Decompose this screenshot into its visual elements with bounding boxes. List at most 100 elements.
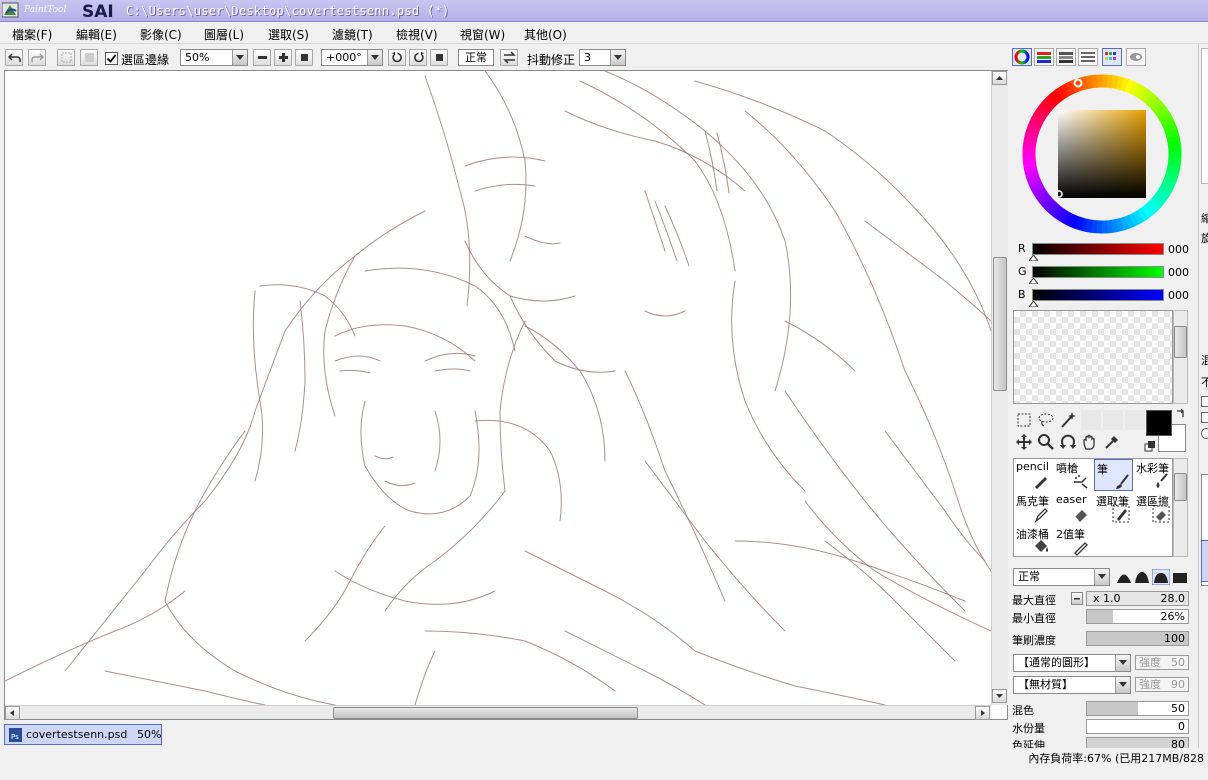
flip-horizontal-button[interactable] bbox=[500, 49, 518, 66]
hsv-slider-tab[interactable] bbox=[1056, 48, 1076, 66]
hand-icon[interactable] bbox=[1081, 433, 1099, 451]
drawing-canvas[interactable] bbox=[5, 71, 991, 705]
tool-bucket[interactable]: 油漆桶 bbox=[1014, 525, 1053, 557]
r-slider[interactable] bbox=[1032, 243, 1164, 255]
selection-edge-checkbox[interactable] bbox=[105, 52, 118, 65]
edge-medium-icon[interactable] bbox=[1134, 570, 1150, 584]
rotate-left-button[interactable] bbox=[388, 49, 406, 66]
g-slider[interactable] bbox=[1032, 266, 1164, 278]
move-icon[interactable] bbox=[1015, 433, 1033, 451]
blending-slider[interactable]: 50 bbox=[1086, 701, 1189, 716]
undo-button[interactable] bbox=[5, 49, 23, 66]
color-wheel-tab[interactable] bbox=[1012, 48, 1032, 66]
zoom-select[interactable]: 50% bbox=[180, 49, 248, 66]
layer-option-radio[interactable] bbox=[1201, 428, 1208, 439]
rotation-reset-button[interactable] bbox=[430, 49, 448, 66]
horizontal-scroll-thumb[interactable] bbox=[333, 707, 638, 719]
redo-button[interactable] bbox=[28, 49, 46, 66]
slider-marker-icon bbox=[1029, 255, 1038, 261]
menu-layer[interactable]: 圖層(L) bbox=[204, 26, 244, 43]
density-slider[interactable]: 100 bbox=[1086, 631, 1189, 646]
deselect-button[interactable] bbox=[57, 49, 75, 66]
edge-hard-icon[interactable] bbox=[1152, 569, 1170, 585]
chevron-down-icon bbox=[1115, 677, 1130, 693]
tool-airbrush[interactable]: 噴槍 bbox=[1054, 459, 1093, 491]
scroll-right-button[interactable] bbox=[975, 706, 990, 720]
shape-strength-field[interactable]: 強度 50 bbox=[1135, 655, 1189, 670]
toolbar: 選區邊緣 50% +000° 正常 抖動修正 3 bbox=[0, 44, 1000, 70]
b-label: B bbox=[1018, 288, 1026, 301]
zoom-icon[interactable] bbox=[1037, 433, 1055, 451]
layer-item-selected[interactable] bbox=[1201, 540, 1208, 582]
minus-icon bbox=[1074, 598, 1080, 600]
swatch-scrollbar[interactable] bbox=[1173, 310, 1188, 404]
zoom-reset-button[interactable] bbox=[295, 49, 313, 66]
menu-view[interactable]: 檢視(V) bbox=[396, 26, 438, 43]
blending-value: 50 bbox=[1171, 702, 1185, 715]
tool-watercolor[interactable]: 水彩筆 bbox=[1134, 459, 1173, 491]
document-tab[interactable]: Ps covertestsenn.psd 50% bbox=[4, 724, 162, 745]
tool-select-pen[interactable]: 選取筆 bbox=[1094, 492, 1133, 524]
color-wheel[interactable] bbox=[1018, 70, 1186, 238]
swatch-grid[interactable] bbox=[1013, 310, 1173, 404]
edge-sharp-icon[interactable] bbox=[1172, 570, 1188, 584]
magic-wand-icon[interactable] bbox=[1059, 411, 1077, 429]
scroll-down-button[interactable] bbox=[992, 689, 1007, 703]
brush-texture-select[interactable]: 【無材質】 bbox=[1013, 676, 1131, 694]
menu-image[interactable]: 影像(C) bbox=[140, 26, 182, 43]
scroll-left-button[interactable] bbox=[5, 706, 20, 720]
lasso-icon[interactable] bbox=[1037, 411, 1055, 429]
swap-colors-icon[interactable] bbox=[1175, 408, 1187, 420]
rotation-select[interactable]: +000° bbox=[321, 49, 383, 66]
swatches-tab[interactable] bbox=[1102, 48, 1122, 66]
density-value: 100 bbox=[1164, 632, 1185, 645]
brush-shape-select[interactable]: 【通常的圓形】 bbox=[1013, 654, 1131, 672]
min-size-slider[interactable]: 26% bbox=[1086, 609, 1189, 624]
zoom-out-button[interactable] bbox=[253, 49, 271, 66]
rotate-right-button[interactable] bbox=[409, 49, 427, 66]
menu-file[interactable]: 檔案(F) bbox=[12, 26, 52, 43]
menu-edit[interactable]: 編輯(E) bbox=[76, 26, 117, 43]
scratchpad-tab[interactable] bbox=[1126, 48, 1146, 66]
stabilizer-select[interactable]: 3 bbox=[579, 49, 626, 66]
swatch-scroll-thumb[interactable] bbox=[1174, 326, 1187, 358]
view-mode-button[interactable]: 正常 bbox=[458, 49, 494, 66]
menu-window[interactable]: 視窗(W) bbox=[460, 26, 505, 43]
brush-tool-scroll-thumb[interactable] bbox=[1174, 473, 1187, 501]
texture-strength-field[interactable]: 強度 90 bbox=[1135, 677, 1189, 692]
scroll-up-button[interactable] bbox=[992, 71, 1007, 85]
mixer-tab[interactable] bbox=[1078, 48, 1098, 66]
tool-pencil[interactable]: pencil bbox=[1014, 459, 1053, 491]
reset-colors-icon[interactable] bbox=[1144, 440, 1156, 452]
hsv-sliders-icon bbox=[1059, 52, 1073, 63]
vertical-scroll-thumb[interactable] bbox=[993, 257, 1007, 391]
eyedropper-icon[interactable] bbox=[1103, 433, 1121, 451]
tool-select-eraser[interactable]: 選區擦 bbox=[1134, 492, 1173, 524]
rotate-view-icon[interactable] bbox=[1059, 433, 1077, 451]
rgb-slider-tab[interactable] bbox=[1034, 48, 1054, 66]
horizontal-scrollbar[interactable] bbox=[5, 705, 991, 720]
tool-eraser[interactable]: easer bbox=[1054, 492, 1093, 524]
dilution-slider[interactable]: 0 bbox=[1086, 719, 1189, 734]
max-size-field[interactable]: x 1.0 28.0 bbox=[1086, 591, 1189, 606]
tool-marker[interactable]: 馬克筆 bbox=[1014, 492, 1053, 524]
texture-strength-label: 強度 bbox=[1139, 678, 1161, 691]
menu-filter[interactable]: 濾鏡(T) bbox=[332, 26, 373, 43]
rect-select-icon[interactable] bbox=[1015, 411, 1033, 429]
b-slider[interactable] bbox=[1032, 289, 1164, 301]
layer-option-checkbox[interactable] bbox=[1201, 396, 1208, 407]
size-multiplier-toggle[interactable] bbox=[1071, 592, 1083, 605]
persistence-slider[interactable]: 80 bbox=[1086, 737, 1189, 748]
menu-select[interactable]: 選取(S) bbox=[268, 26, 309, 43]
menu-other[interactable]: 其他(O) bbox=[524, 26, 567, 43]
foreground-color-swatch[interactable] bbox=[1146, 410, 1172, 436]
zoom-in-button[interactable] bbox=[274, 49, 292, 66]
tool-binary-pen[interactable]: 2值筆 bbox=[1054, 525, 1093, 557]
vertical-scrollbar[interactable] bbox=[991, 71, 1008, 705]
brush-blend-mode-select[interactable]: 正常 bbox=[1013, 568, 1110, 586]
invert-selection-button[interactable] bbox=[80, 49, 98, 66]
layer-option-checkbox[interactable] bbox=[1201, 412, 1208, 423]
edge-soft-icon[interactable] bbox=[1116, 570, 1132, 584]
brush-tool-scrollbar[interactable] bbox=[1173, 458, 1188, 557]
tool-brush[interactable]: 筆 bbox=[1094, 459, 1133, 491]
